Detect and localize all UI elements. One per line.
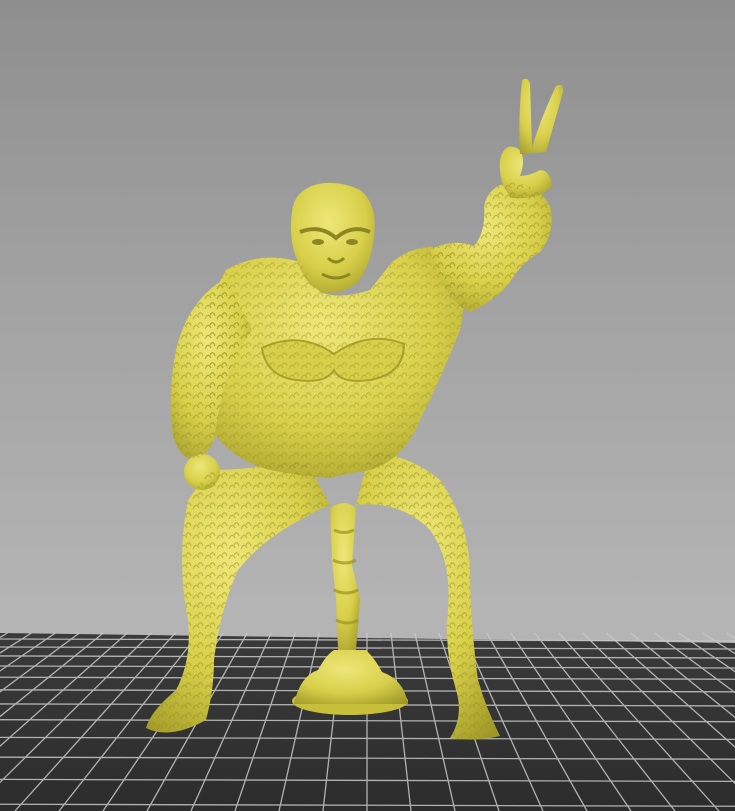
3d-viewport[interactable] (0, 0, 735, 811)
right-eye (346, 239, 358, 245)
left-eye (312, 239, 324, 245)
peace-sign-fingers (519, 78, 564, 154)
model-stand (292, 503, 408, 715)
scene-canvas[interactable] (0, 0, 735, 811)
